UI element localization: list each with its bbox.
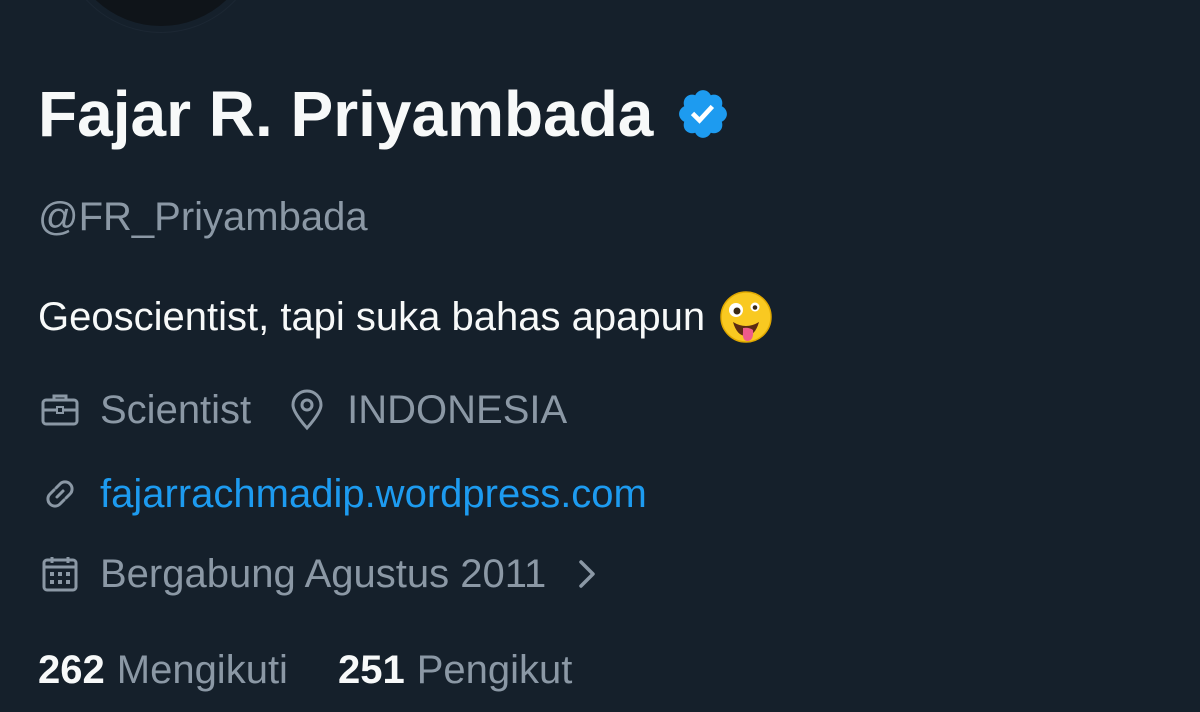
calendar-icon bbox=[38, 552, 82, 596]
zany-face-emoji-icon bbox=[719, 290, 773, 344]
profile-page: Fajar R. Priyambada @FR_Priyambada Geosc… bbox=[0, 0, 1200, 712]
briefcase-icon bbox=[38, 388, 82, 432]
location-pin-icon bbox=[285, 388, 329, 432]
profile-join-date[interactable]: Bergabung Agustus 2011 bbox=[38, 552, 602, 596]
followers-label: Pengikut bbox=[416, 648, 573, 692]
website-link[interactable]: fajarrachmadip.wordpress.com bbox=[100, 474, 647, 514]
followers-stat[interactable]: 251 Pengikut bbox=[338, 650, 572, 690]
following-count: 262 bbox=[38, 648, 105, 692]
profile-handle: @FR_Priyambada bbox=[38, 195, 368, 239]
profile-bio: Geoscientist, tapi suka bahas apapun bbox=[38, 290, 773, 344]
following-label: Mengikuti bbox=[116, 648, 288, 692]
profession-text: Scientist bbox=[100, 388, 252, 432]
location-text: INDONESIA bbox=[347, 388, 568, 432]
location: INDONESIA bbox=[285, 388, 567, 432]
profile-stats: 262 Mengikuti 251 Pengikut bbox=[38, 650, 572, 690]
followers-count: 251 bbox=[337, 648, 405, 692]
avatar[interactable] bbox=[60, 0, 262, 32]
bio-text: Geoscientist, tapi suka bahas apapun bbox=[38, 295, 706, 339]
verified-badge-icon[interactable] bbox=[675, 86, 731, 142]
chevron-right-icon[interactable] bbox=[572, 554, 602, 594]
profile-meta-job-location: Scientist INDONESIA bbox=[38, 388, 567, 432]
join-date-text: Bergabung Agustus 2011 bbox=[100, 552, 547, 596]
link-icon bbox=[38, 472, 82, 516]
display-name: Fajar R. Priyambada bbox=[38, 78, 654, 150]
profile-website: fajarrachmadip.wordpress.com bbox=[38, 472, 647, 516]
profile-name-row: Fajar R. Priyambada bbox=[38, 82, 731, 146]
following-stat[interactable]: 262 Mengikuti bbox=[38, 650, 288, 690]
